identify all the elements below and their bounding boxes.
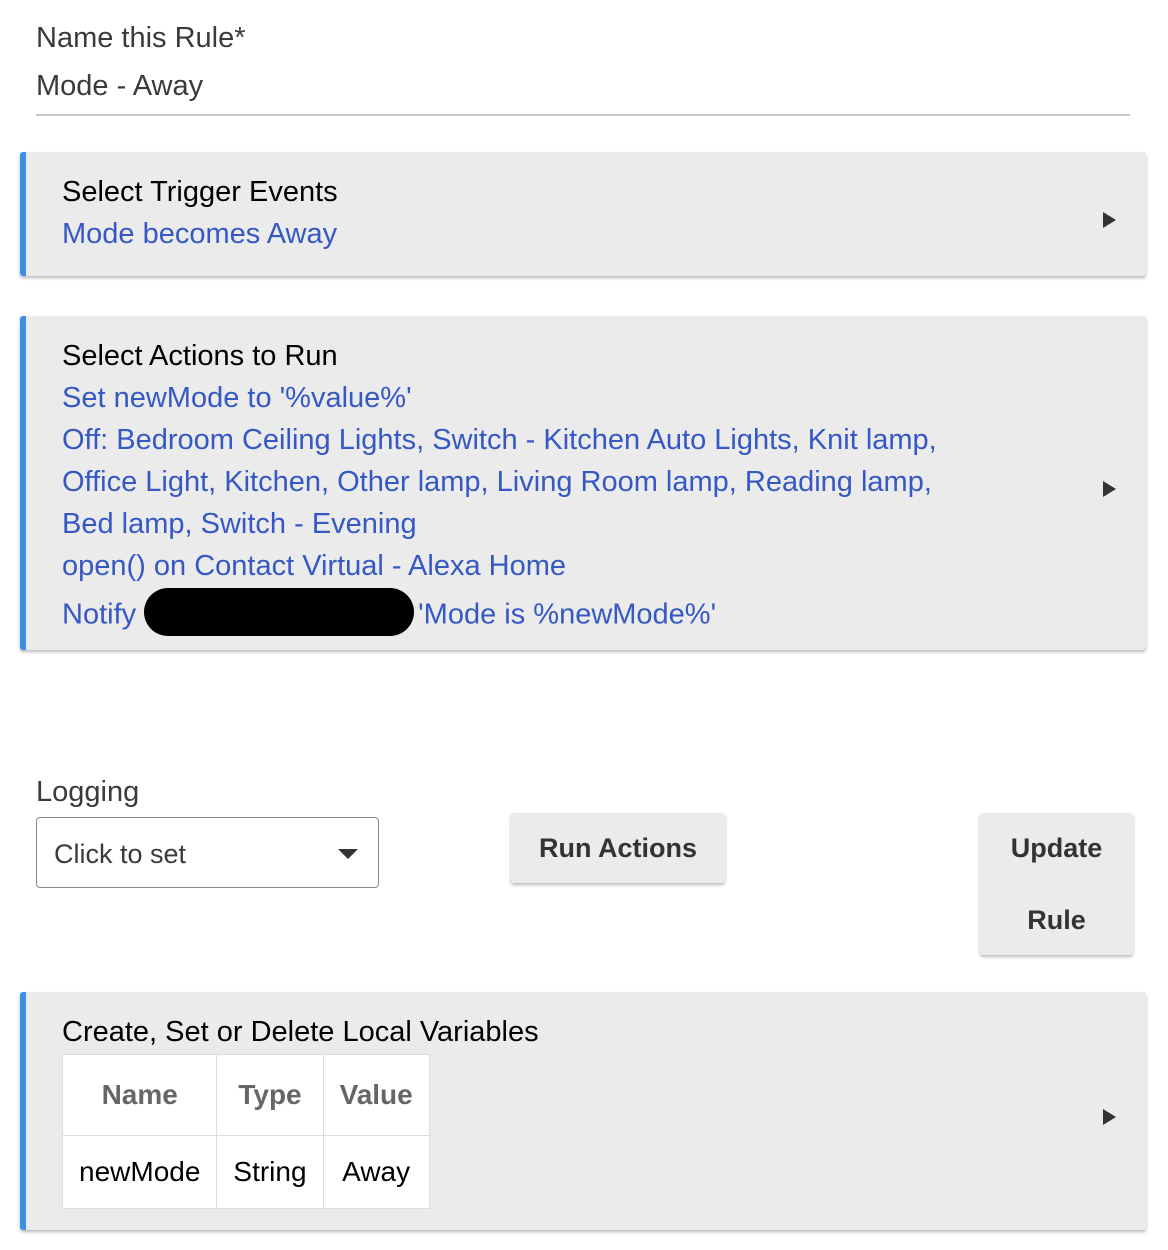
actions-section[interactable]: Select Actions to Run Set newMode to '%v… xyxy=(20,316,1146,650)
run-actions-button[interactable]: Run Actions xyxy=(511,813,725,883)
column-header-value: Value xyxy=(322,1054,430,1136)
variable-name-cell: newMode xyxy=(61,1135,218,1209)
logging-selected-value: Click to set xyxy=(54,839,187,869)
rule-name-input[interactable]: Mode - Away xyxy=(36,70,203,103)
play-arrow-icon xyxy=(1103,481,1116,497)
column-header-name: Name xyxy=(61,1054,218,1136)
play-arrow-icon xyxy=(1103,1109,1116,1125)
logging-label: Logging xyxy=(36,776,140,808)
action-line: Office Light, Kitchen, Other lamp, Livin… xyxy=(62,466,932,498)
notify-action-line: Notify 'Mode is %newMode%' xyxy=(62,588,717,640)
action-line: Off: Bedroom Ceiling Lights, Switch - Ki… xyxy=(62,424,937,456)
caret-down-icon xyxy=(338,849,358,859)
actions-title: Select Actions to Run xyxy=(62,340,338,372)
column-header-type: Type xyxy=(216,1054,324,1136)
update-rule-label-line1: Update xyxy=(1010,833,1103,863)
rule-name-underline xyxy=(36,114,1130,116)
logging-select[interactable]: Click to set xyxy=(36,817,379,888)
notify-prefix: Notify xyxy=(62,598,137,631)
notify-message: 'Mode is %newMode%' xyxy=(418,598,717,631)
update-rule-button[interactable]: Update Rule xyxy=(980,813,1133,955)
table-row[interactable]: newMode String Away xyxy=(61,1135,430,1209)
variables-table: Name Type Value newMode String Away xyxy=(61,1054,430,1209)
action-line: open() on Contact Virtual - Alexa Home xyxy=(62,550,567,582)
local-variables-section[interactable]: Create, Set or Delete Local Variables Na… xyxy=(20,992,1146,1230)
run-actions-label: Run Actions xyxy=(539,833,697,863)
variable-type-cell: String xyxy=(216,1135,324,1209)
action-line: Bed lamp, Switch - Evening xyxy=(62,508,417,540)
rule-name-label: Name this Rule* xyxy=(36,22,246,54)
variable-value-cell: Away xyxy=(322,1135,430,1209)
redacted-recipient xyxy=(144,588,415,636)
update-rule-label-line2: Rule xyxy=(1027,905,1086,935)
trigger-event-line: Mode becomes Away xyxy=(62,218,338,250)
table-header-row: Name Type Value xyxy=(61,1054,430,1136)
local-variables-title: Create, Set or Delete Local Variables xyxy=(62,1016,539,1048)
trigger-events-title: Select Trigger Events xyxy=(62,176,338,208)
trigger-events-section[interactable]: Select Trigger Events Mode becomes Away xyxy=(20,152,1146,276)
play-arrow-icon xyxy=(1103,212,1116,228)
action-line: Set newMode to '%value%' xyxy=(62,382,412,414)
